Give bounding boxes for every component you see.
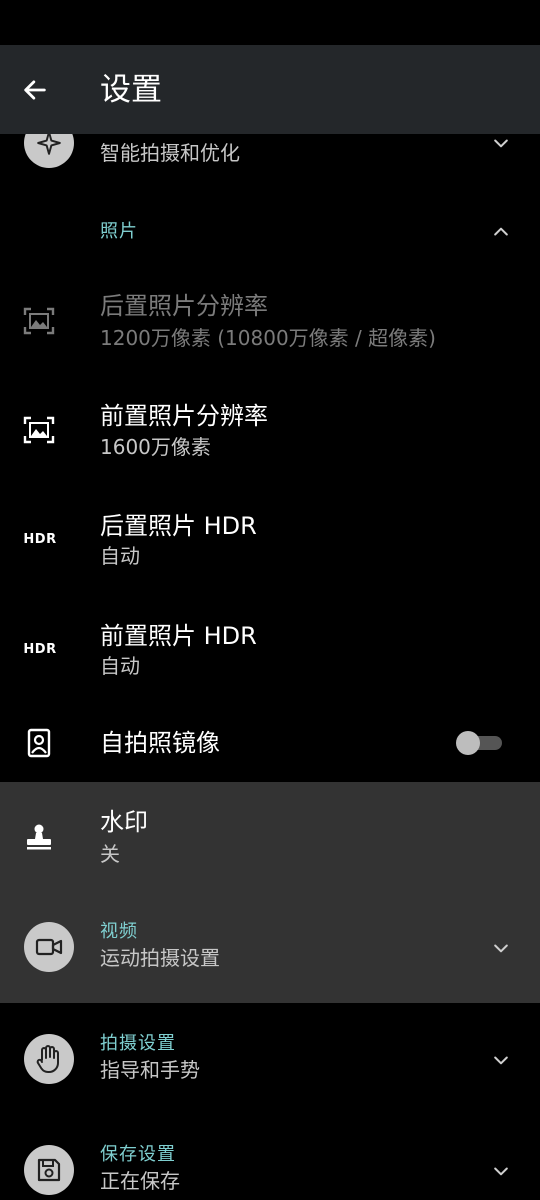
chevron-down-icon — [488, 1047, 514, 1073]
back-button[interactable] — [14, 69, 56, 111]
video-section-subtitle: 运动拍摄设置 — [100, 946, 220, 970]
video-camera-icon — [24, 922, 74, 972]
capture-section-header[interactable]: 拍摄设置 指导和手势 — [0, 1032, 540, 1088]
video-section-header[interactable]: 视频 运动拍摄设置 — [0, 920, 540, 976]
chevron-up-icon — [488, 219, 514, 245]
hdr-icon: HDR — [22, 632, 58, 666]
selfie-mirror-toggle[interactable] — [456, 731, 502, 755]
front-photo-hdr-value: 自动 — [100, 654, 140, 678]
rear-photo-resolution-item[interactable]: 后置照片分辨率 1200万像素 (10800万像素 / 超像素) — [0, 288, 540, 358]
smart-section-subtitle: 智能拍摄和优化 — [100, 141, 240, 165]
rear-photo-resolution-value: 1200万像素 (10800万像素 / 超像素) — [100, 326, 436, 350]
save-section-title: 保存设置 — [100, 1144, 176, 1165]
save-icon — [24, 1145, 74, 1195]
app-bar: 设置 — [0, 45, 540, 134]
hdr-icon: HDR — [22, 522, 58, 556]
front-photo-hdr-title: 前置照片 HDR — [100, 622, 257, 650]
photo-size-icon — [22, 413, 56, 447]
front-photo-resolution-value: 1600万像素 — [100, 435, 211, 459]
stamp-icon — [22, 820, 56, 854]
capture-section-title: 拍摄设置 — [100, 1033, 176, 1054]
save-section-header[interactable]: 保存设置 正在保存 — [0, 1143, 540, 1200]
save-section-subtitle: 正在保存 — [100, 1169, 180, 1193]
capture-section-subtitle: 指导和手势 — [100, 1058, 200, 1082]
rear-photo-hdr-title: 后置照片 HDR — [100, 512, 257, 540]
settings-list[interactable]: 智能拍摄和优化 照片 后置照片分辨率 1200万像素 (10800万像素 / 超… — [0, 0, 540, 1200]
watermark-value: 关 — [100, 842, 120, 866]
hdr-icon-label: HDR — [23, 641, 57, 657]
front-photo-resolution-item[interactable]: 前置照片分辨率 1600万像素 — [0, 398, 540, 468]
photo-section-label: 照片 — [100, 221, 138, 242]
selfie-mirror-title: 自拍照镜像 — [100, 729, 220, 757]
video-section-title: 视频 — [100, 921, 138, 942]
chevron-down-icon — [488, 935, 514, 961]
page-title: 设置 — [100, 72, 162, 108]
rear-photo-hdr-value: 自动 — [100, 544, 140, 568]
watermark-item[interactable]: 水印 关 — [0, 806, 540, 876]
front-photo-hdr-item[interactable]: HDR 前置照片 HDR 自动 — [0, 618, 540, 688]
rear-photo-resolution-title: 后置照片分辨率 — [100, 292, 268, 320]
photo-section-header[interactable]: 照片 — [0, 214, 540, 254]
photo-size-icon — [22, 304, 56, 338]
watermark-title: 水印 — [100, 808, 148, 836]
hdr-icon-label: HDR — [23, 531, 57, 547]
chevron-down-icon — [488, 1158, 514, 1184]
hand-gesture-icon — [24, 1034, 74, 1084]
arrow-back-icon — [24, 80, 46, 100]
rear-photo-hdr-item[interactable]: HDR 后置照片 HDR 自动 — [0, 508, 540, 578]
front-photo-resolution-title: 前置照片分辨率 — [100, 402, 268, 430]
portrait-icon — [22, 726, 56, 760]
toggle-thumb — [456, 731, 480, 755]
